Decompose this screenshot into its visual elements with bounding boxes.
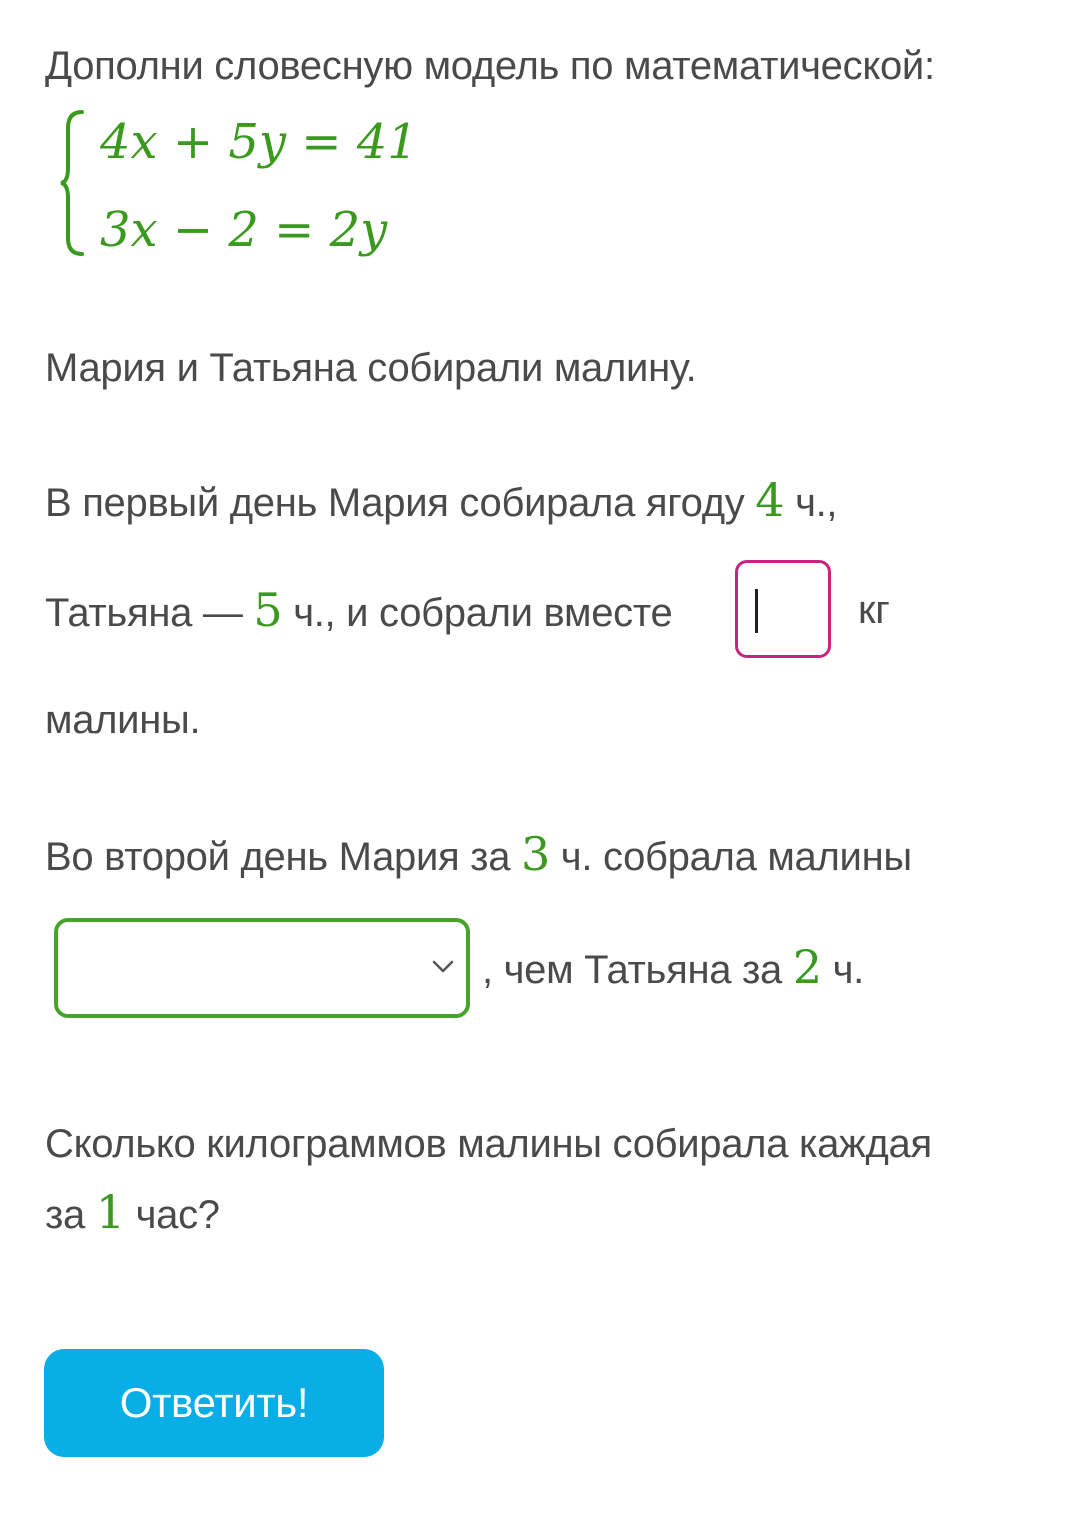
day1-text-2: ч.,: [795, 481, 838, 525]
equation-system: 4x + 5y = 41 3x − 2 = 2y: [58, 108, 478, 258]
day1-text-4: ч., и собрали вместе: [293, 591, 673, 635]
equation-2: 3x − 2 = 2y: [100, 202, 388, 258]
day2-text-1: Во второй день Мария за: [45, 835, 511, 879]
day2-tatiana-hours: 2: [792, 940, 822, 994]
day1-text-5: малины.: [45, 698, 201, 742]
day2-text-3: , чем Татьяна за: [482, 948, 782, 992]
comparison-select[interactable]: [54, 918, 470, 1018]
chevron-down-icon: [432, 960, 454, 973]
question-line-2: за 1 час?: [45, 1186, 220, 1241]
day2-line-1: Во второй день Мария за 3 ч. собрала мал…: [45, 828, 912, 883]
question-text-1: за: [45, 1193, 85, 1237]
day1-maria-hours: 4: [755, 473, 785, 527]
text-cursor: [755, 589, 758, 633]
day1-line-2: Татьяна — 5 ч., и собрали вместе: [45, 583, 673, 639]
day1-tatiana-hours: 5: [253, 583, 283, 637]
day2-line-2: , чем Татьяна за 2 ч.: [482, 941, 864, 996]
question-hours: 1: [95, 1185, 125, 1239]
equation-1: 4x + 5y = 41: [100, 114, 418, 170]
day2-text-4: ч.: [832, 948, 865, 992]
submit-button[interactable]: Ответить!: [44, 1349, 384, 1457]
day2-maria-hours: 3: [521, 827, 550, 881]
curly-brace-icon: [60, 110, 84, 256]
unit-kg: кг: [858, 588, 890, 632]
total-kg-input[interactable]: [735, 560, 831, 658]
day1-text-1: В первый день Мария собирала ягоду: [45, 481, 745, 525]
task-prompt: Дополни словесную модель по математическ…: [45, 44, 935, 88]
question-text-2: час?: [135, 1193, 220, 1237]
day1-line-1: В первый день Мария собирала ягоду 4 ч.,: [45, 473, 838, 529]
day2-text-2: ч. собрала малины: [560, 835, 912, 879]
intro-text: Мария и Татьяна собирали малину.: [45, 346, 697, 390]
day1-text-3: Татьяна —: [45, 591, 243, 635]
question-line-1: Сколько килограммов малины собирала кажд…: [45, 1122, 932, 1166]
